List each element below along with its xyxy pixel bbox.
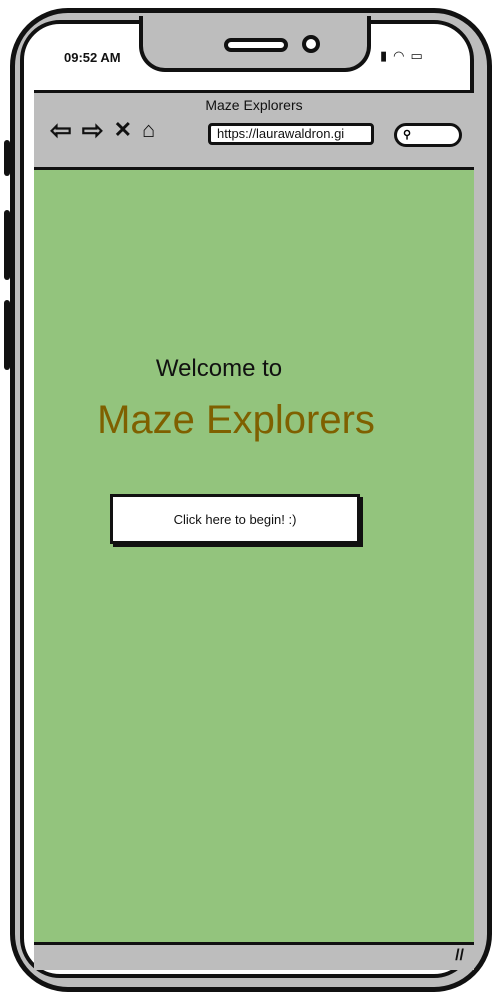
back-arrow-icon[interactable]: ⇦ bbox=[50, 117, 72, 143]
wifi-icon: ◠ bbox=[393, 48, 405, 63]
camera-icon bbox=[302, 35, 320, 53]
side-button-3 bbox=[4, 300, 10, 370]
begin-button[interactable]: Click here to begin! :) bbox=[110, 494, 360, 544]
page-content: Welcome to Maze Explorers Click here to … bbox=[34, 170, 474, 942]
home-icon[interactable]: ⌂ bbox=[142, 117, 155, 143]
browser-title: Maze Explorers bbox=[205, 97, 303, 113]
url-input[interactable]: https://laurawaldron.gi bbox=[208, 123, 374, 145]
search-input[interactable]: ⚲ bbox=[394, 123, 462, 147]
forward-arrow-icon[interactable]: ⇨ bbox=[82, 117, 104, 143]
side-button-2 bbox=[4, 210, 10, 280]
resize-handle-icon[interactable]: // bbox=[455, 947, 464, 965]
app-title: Maze Explorers bbox=[97, 398, 375, 442]
status-icons: ▮ ◠ ▭ bbox=[380, 48, 423, 64]
browser-nav: ⇦ ⇨ ✕ ⌂ bbox=[50, 117, 155, 143]
close-icon[interactable]: ✕ bbox=[114, 117, 132, 143]
browser-toolbar: Maze Explorers ⇦ ⇨ ✕ ⌂ https://laurawald… bbox=[34, 90, 474, 170]
side-button-1 bbox=[4, 140, 10, 176]
battery-icon: ▭ bbox=[410, 48, 423, 63]
welcome-text: Welcome to bbox=[155, 355, 283, 382]
signal-icon: ▮ bbox=[380, 48, 388, 63]
bottom-bar: // bbox=[34, 942, 474, 970]
search-icon: ⚲ bbox=[403, 129, 412, 141]
speaker-icon bbox=[224, 38, 288, 52]
status-time: 09:52 AM bbox=[64, 50, 121, 65]
